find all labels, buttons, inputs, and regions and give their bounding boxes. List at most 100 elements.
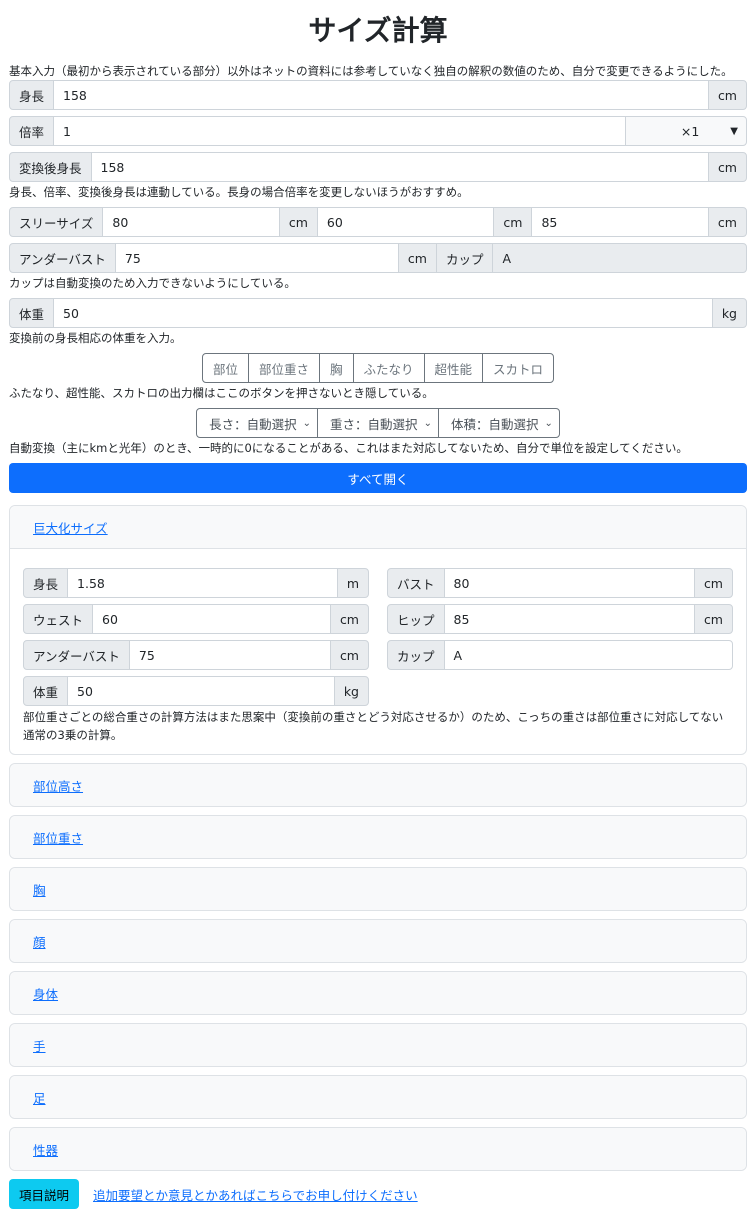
underbust-unit: cm xyxy=(397,243,437,273)
height-label: 身長 xyxy=(9,80,55,110)
giant-hip-unit: cm xyxy=(693,604,733,634)
weight-group: 体重 50 kg xyxy=(9,298,747,328)
bust-input[interactable]: 80 xyxy=(102,207,280,237)
giant-weight-group: 体重 50 kg xyxy=(23,676,369,706)
giant-weight-output[interactable]: 50 xyxy=(67,676,335,706)
toggle-chest[interactable]: 胸 xyxy=(318,353,354,383)
converted-height-group: 変換後身長 158 cm xyxy=(9,152,747,182)
toggle-scat[interactable]: スカトロ xyxy=(482,353,555,383)
giant-cup-label: カップ xyxy=(387,640,445,670)
section-link[interactable]: 部位高さ xyxy=(33,776,83,795)
three-size-label: スリーサイズ xyxy=(9,207,104,237)
toggle-parts[interactable]: 部位 xyxy=(201,353,249,383)
ratio-select-value: ×1 xyxy=(680,123,700,139)
cup-note: カップは自動変換のため入力できないようにしている。 xyxy=(9,276,296,290)
giant-bust-output[interactable]: 80 xyxy=(443,568,695,598)
section-link[interactable]: 性器 xyxy=(33,1140,58,1159)
section-header[interactable]: 手 xyxy=(10,1024,746,1066)
toggle-part-weight[interactable]: 部位重さ xyxy=(247,353,320,383)
weight-unit-value: 重さ：自動選択 xyxy=(330,416,418,432)
giant-underbust-group: アンダーバスト 75 cm xyxy=(23,640,369,670)
giant-weight-label: 体重 xyxy=(23,676,69,706)
length-unit-select[interactable]: 長さ：自動選択 ⌄ xyxy=(196,408,319,438)
height-input[interactable]: 158 xyxy=(53,80,709,110)
section-link[interactable]: 部位重さ xyxy=(33,828,83,847)
section-toggle-group: 部位 部位重さ 胸 ふたなり 超性能 スカトロ xyxy=(9,353,747,383)
cup-output: A xyxy=(492,243,747,273)
ratio-select[interactable]: ×1 ▼ xyxy=(625,116,747,146)
underbust-input[interactable]: 75 xyxy=(114,243,399,273)
linked-note: 身長、倍率、変換後身長は連動している。長身の場合倍率を変更しないほうがおすすめ。 xyxy=(9,185,469,199)
three-size-group: スリーサイズ 80 cm 60 cm 85 cm xyxy=(9,207,747,237)
giant-hip-output[interactable]: 85 xyxy=(443,604,695,634)
section-link[interactable]: 身体 xyxy=(33,984,58,1003)
ratio-group: 倍率 1 ×1 ▼ xyxy=(9,116,747,146)
bust-unit: cm xyxy=(278,207,318,237)
section-link[interactable]: 手 xyxy=(33,1036,46,1055)
section-link[interactable]: 足 xyxy=(33,1088,46,1107)
height-group: 身長 158 cm xyxy=(9,80,747,110)
giant-height-group: 身長 1.58 m xyxy=(23,568,369,598)
giant-size-header[interactable]: 巨大化サイズ xyxy=(10,506,746,549)
weight-input[interactable]: 50 xyxy=(53,298,713,328)
feedback-link[interactable]: 追加要望とか意見とかあればこちらでお申し付けください xyxy=(93,1185,418,1204)
unit-select-group: 長さ：自動選択 ⌄ 重さ：自動選択 ⌄ 体積：自動選択 ⌄ xyxy=(9,408,747,438)
basic-note: 基本入力（最初から表示されている部分）以外はネットの資料には参考していなく独自の… xyxy=(9,64,733,78)
giant-waist-label: ウェスト xyxy=(23,604,94,634)
page-title: サイズ計算 xyxy=(308,14,448,47)
section-header[interactable]: 性器 xyxy=(10,1128,746,1170)
waist-unit: cm xyxy=(493,207,533,237)
section-face: 顔 xyxy=(9,919,747,963)
giant-hip-label: ヒップ xyxy=(387,604,445,634)
giant-size-body: 身長 1.58 m バスト 80 cm ウェスト 60 cm ヒップ 85 cm… xyxy=(10,549,746,754)
chevron-down-icon: ⌄ xyxy=(544,417,553,429)
section-link[interactable]: 顔 xyxy=(33,932,46,951)
open-all-button[interactable]: すべて開く xyxy=(9,463,747,493)
section-header[interactable]: 胸 xyxy=(10,868,746,910)
hip-input[interactable]: 85 xyxy=(531,207,709,237)
section-foot: 足 xyxy=(9,1075,747,1119)
giant-height-label: 身長 xyxy=(23,568,69,598)
section-header[interactable]: 足 xyxy=(10,1076,746,1118)
ratio-input[interactable]: 1 xyxy=(53,116,626,146)
footer: 項目説明 追加要望とか意見とかあればこちらでお申し付けください xyxy=(9,1179,747,1209)
weight-unit: kg xyxy=(711,298,747,328)
item-info-button[interactable]: 項目説明 xyxy=(9,1179,80,1209)
weight-note: 変換前の身長相応の体重を入力。 xyxy=(9,331,182,345)
weight-label: 体重 xyxy=(9,298,55,328)
toggle-super-performance[interactable]: 超性能 xyxy=(423,353,484,383)
giant-size-link[interactable]: 巨大化サイズ xyxy=(33,518,108,537)
toggles-note: ふたなり、超性能、スカトロの出力欄はここのボタンを押さないとき隠している。 xyxy=(9,386,434,400)
giant-weight-unit: kg xyxy=(333,676,369,706)
section-part-height: 部位高さ xyxy=(9,763,747,807)
giant-size-panel: 巨大化サイズ 身長 1.58 m バスト 80 cm ウェスト 60 cm ヒッ… xyxy=(9,505,747,755)
giant-note: 部位重さごとの総合重さの計算方法はまた思案中（変換前の重さとどう対応させるか）の… xyxy=(23,710,724,742)
converted-height-unit: cm xyxy=(707,152,747,182)
section-link[interactable]: 胸 xyxy=(33,880,46,899)
toggle-futanari[interactable]: ふたなり xyxy=(352,353,425,383)
giant-underbust-output[interactable]: 75 xyxy=(128,640,331,670)
giant-bust-group: バスト 80 cm xyxy=(387,568,733,598)
section-header[interactable]: 部位高さ xyxy=(10,764,746,806)
giant-height-output[interactable]: 1.58 xyxy=(67,568,338,598)
section-part-weight: 部位重さ xyxy=(9,815,747,859)
section-header[interactable]: 身体 xyxy=(10,972,746,1014)
hip-unit: cm xyxy=(707,207,747,237)
chevron-down-icon: ▼ xyxy=(730,125,738,137)
giant-bust-unit: cm xyxy=(693,568,733,598)
ratio-label: 倍率 xyxy=(9,116,55,146)
section-header[interactable]: 顔 xyxy=(10,920,746,962)
underbust-label: アンダーバスト xyxy=(9,243,116,273)
section-body: 身体 xyxy=(9,971,747,1015)
height-unit: cm xyxy=(707,80,747,110)
giant-cup-output[interactable]: A xyxy=(443,640,733,670)
weight-unit-select[interactable]: 重さ：自動選択 ⌄ xyxy=(317,408,439,438)
waist-input[interactable]: 60 xyxy=(316,207,495,237)
cup-label: カップ xyxy=(435,243,494,273)
giant-waist-output[interactable]: 60 xyxy=(92,604,331,634)
converted-height-input[interactable]: 158 xyxy=(90,152,709,182)
volume-unit-select[interactable]: 体積：自動選択 ⌄ xyxy=(437,408,560,438)
volume-unit-value: 体積：自動選択 xyxy=(450,416,539,432)
section-header[interactable]: 部位重さ xyxy=(10,816,746,858)
giant-height-unit: m xyxy=(336,568,369,598)
